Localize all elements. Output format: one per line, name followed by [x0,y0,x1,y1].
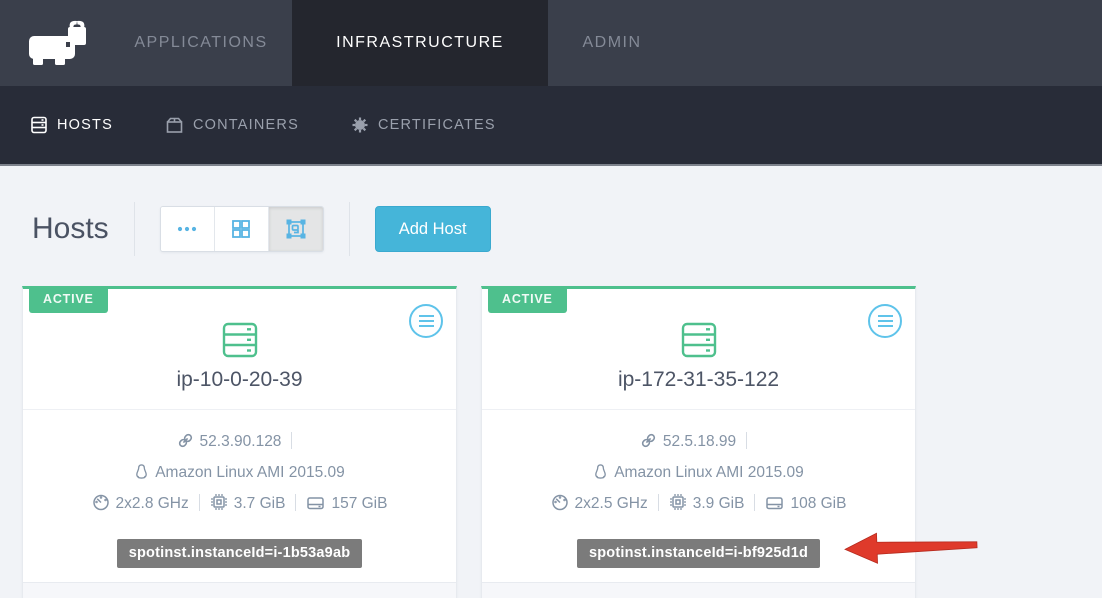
disk-value: 108 GiB [790,495,846,512]
host-menu-button[interactable] [868,304,902,338]
hamburger-menu-icon [878,320,893,322]
machine-view-icon [285,218,307,240]
tab-infrastructure[interactable]: INFRASTRUCTURE [292,0,548,86]
divider [291,432,292,449]
view-toggle-group [160,206,324,252]
divider [199,494,200,511]
tab-admin[interactable]: ADMIN [548,0,676,86]
dots-view-icon [177,226,197,232]
status-badge: ACTIVE [29,286,108,313]
memory-icon [669,493,687,511]
divider [658,494,659,511]
link-icon [177,432,194,449]
disk-icon [765,495,784,511]
specs-row: 2x2.5 GHz 3.9 GiB 108 GiB [482,488,915,519]
certificates-icon [351,116,369,134]
subnav-label: HOSTS [57,117,113,133]
rancher-logo[interactable] [0,0,110,86]
machine-view-button[interactable] [269,207,323,251]
host-label-badge: spotinst.instanceId=i-bf925d1d [577,539,820,568]
linux-icon [593,463,608,480]
specs-row: 2x2.8 GHz 3.7 GiB 157 GiB [23,488,456,519]
card-footer[interactable]: Standalone Containers [482,582,915,598]
disk-icon [306,495,325,511]
containers-icon [165,116,184,134]
subnav-item-certificates[interactable]: CERTIFICATES [351,116,496,134]
subnav-label: CERTIFICATES [378,117,496,133]
hosts-toolbar: Hosts Add Host [32,202,1102,256]
os-name: Amazon Linux AMI 2015.09 [614,464,804,481]
divider [746,432,747,449]
cpu-value: 2x2.8 GHz [116,495,189,512]
subnav-label: CONTAINERS [193,117,299,133]
subnav-item-hosts[interactable]: HOSTS [30,116,113,134]
cpu-gauge-icon [551,494,569,511]
grid-view-icon [231,219,251,239]
host-card-ip-10-0-20-39: ACTIVE ip-10-0-20-39 [22,286,457,598]
divider [349,202,350,256]
hosts-icon [30,116,48,134]
divider [754,494,755,511]
infrastructure-subnav: HOSTS CONTAINERS CERTIFICATES [0,86,1102,166]
server-icon [221,321,259,359]
card-details: 52.3.90.128 Amazon Linux AMI 2015.09 2x2… [23,410,456,568]
link-icon [640,432,657,449]
subnav-item-containers[interactable]: CONTAINERS [165,116,299,134]
server-icon [680,321,718,359]
os-name: Amazon Linux AMI 2015.09 [155,464,345,481]
hostname-link[interactable]: ip-172-31-35-122 [482,368,915,392]
top-navbar: APPLICATIONS INFRASTRUCTURE ADMIN [0,0,1102,86]
memory-icon [210,493,228,511]
public-ip: 52.5.18.99 [663,433,736,450]
public-ip-row: 52.3.90.128 [23,426,456,457]
os-row: Amazon Linux AMI 2015.09 [482,457,915,488]
cow-icon [28,19,96,67]
host-menu-button[interactable] [409,304,443,338]
public-ip: 52.3.90.128 [200,433,282,450]
linux-icon [134,463,149,480]
memory-value: 3.7 GiB [234,495,286,512]
list-view-button[interactable] [161,207,215,251]
host-label-badge: spotinst.instanceId=i-1b53a9ab [117,539,363,568]
annotation-arrow-icon [843,527,980,568]
memory-value: 3.9 GiB [693,495,745,512]
divider [295,494,296,511]
page-title: Hosts [32,212,109,246]
cpu-gauge-icon [92,494,110,511]
add-host-button[interactable]: Add Host [375,206,491,252]
os-row: Amazon Linux AMI 2015.09 [23,457,456,488]
hostname-link[interactable]: ip-10-0-20-39 [23,368,456,392]
status-badge: ACTIVE [488,286,567,313]
grid-view-button[interactable] [215,207,269,251]
hamburger-menu-icon [419,320,434,322]
tab-applications[interactable]: APPLICATIONS [110,0,292,86]
divider [134,202,135,256]
disk-value: 157 GiB [331,495,387,512]
card-footer[interactable]: Standalone Containers [23,582,456,598]
cpu-value: 2x2.5 GHz [575,495,648,512]
public-ip-row: 52.5.18.99 [482,426,915,457]
